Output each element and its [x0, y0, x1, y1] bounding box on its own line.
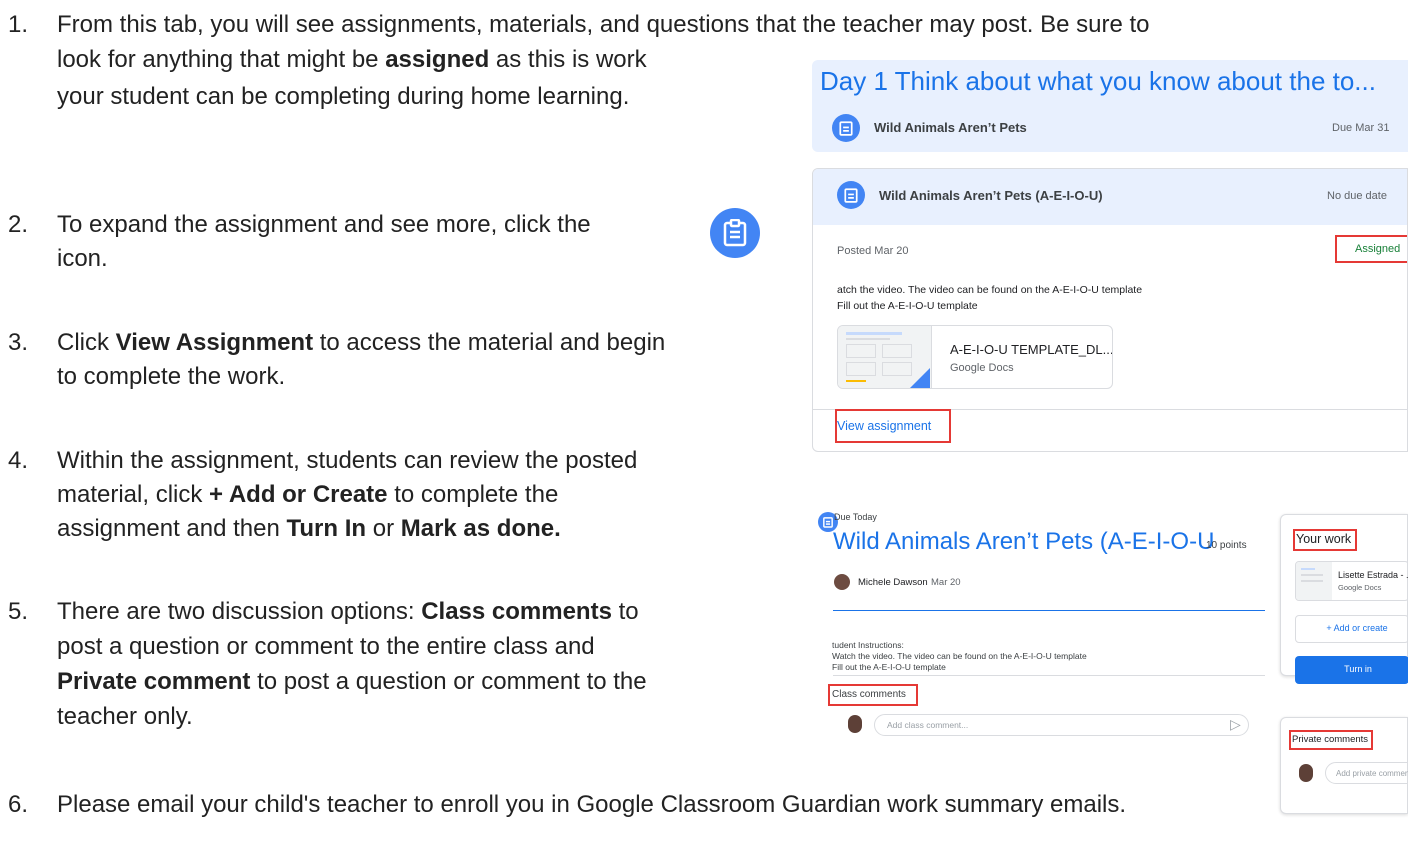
private-comments-label: Private comments	[1292, 734, 1369, 745]
send-icon[interactable]: ▷	[1230, 716, 1241, 733]
doc-thumbnail	[1296, 562, 1332, 600]
topic-title: Day 1 Think about what you know about th…	[820, 66, 1376, 96]
assignment-detail-screenshot: Due Today Wild Animals Aren’t Pets (A-E-…	[818, 512, 1408, 848]
your-work-panel: Your work Lisette Estrada - ... Google D…	[1280, 514, 1408, 684]
card-header[interactable]: Wild Animals Aren’t Pets (A-E-I-O-U) No …	[813, 169, 1407, 225]
private-comment-input[interactable]: Add private comment...	[1325, 762, 1408, 784]
class-comments-label: Class comments	[832, 689, 906, 700]
instruction-line: material, click + Add or Create to compl…	[57, 481, 559, 508]
add-or-create-button[interactable]: + Add or create	[1295, 615, 1408, 643]
assignment-card: Wild Animals Aren’t Pets (A-E-I-O-U) No …	[812, 168, 1408, 452]
due-date: No due date	[1327, 190, 1387, 202]
doc-corner-icon	[908, 368, 930, 388]
status-badge: Assigned	[1355, 243, 1401, 255]
instructions-divider	[833, 675, 1265, 676]
attachment-type: Google Docs	[950, 362, 1014, 374]
instructions-heading: tudent Instructions:	[832, 640, 904, 650]
instruction-line: Private comment to post a question or co…	[57, 668, 647, 695]
instruction-line: From this tab, you will see assignments,…	[57, 11, 1150, 38]
your-work-label: Your work	[1296, 532, 1352, 546]
instruction-line: assignment and then Turn In or Mark as d…	[57, 515, 561, 542]
due-label: Due Today	[834, 512, 877, 522]
item-number: 5.	[8, 598, 29, 625]
posted-date: Posted Mar 20	[837, 245, 909, 257]
post-date: Mar 20	[931, 577, 961, 588]
instruction-line: teacher only.	[57, 703, 193, 730]
assignment-description: Fill out the A-E-I-O-U template	[837, 300, 978, 312]
instruction-line: icon.	[57, 245, 108, 272]
instruction-line: Click View Assignment to access the mate…	[57, 329, 666, 356]
view-assignment-link[interactable]: View assignment	[837, 419, 931, 433]
header-divider	[833, 610, 1265, 611]
doc-thumbnail	[838, 326, 932, 388]
assignment-icon	[832, 114, 860, 142]
item-number: 2.	[8, 211, 29, 238]
item-number: 4.	[8, 447, 29, 474]
private-comments-panel: Private comments Add private comment...	[1280, 717, 1408, 814]
classwork-screenshot: Day 1 Think about what you know about th…	[812, 60, 1408, 452]
assignment-icon	[710, 208, 760, 258]
instruction-line: There are two discussion options: Class …	[57, 598, 639, 625]
due-date: Due Mar 31	[1332, 122, 1390, 134]
commenter-avatar	[1299, 764, 1313, 782]
work-file-type: Google Docs	[1338, 583, 1382, 592]
assignment-title: Wild Animals Aren’t Pets (A-E-I-O-U)	[879, 188, 1103, 203]
item-number: 3.	[8, 329, 29, 356]
attachment-card[interactable]: A-E-I-O-U TEMPLATE_DL... Google Docs	[837, 325, 1113, 389]
instruction-line: your student can be completing during ho…	[57, 83, 630, 110]
avatar	[834, 574, 850, 590]
turn-in-button[interactable]: Turn in	[1295, 656, 1408, 684]
commenter-avatar	[848, 715, 862, 733]
item-number: 6.	[8, 791, 29, 818]
topic-panel: Day 1 Think about what you know about th…	[812, 60, 1408, 152]
instructions-text: Fill out the A-E-I-O-U template	[832, 662, 946, 672]
instruction-line: To expand the assignment and see more, c…	[57, 211, 591, 238]
assignment-title: Wild Animals Aren’t Pets (A-E-I-O-U	[833, 528, 1215, 555]
attachment-title: A-E-I-O-U TEMPLATE_DL...	[950, 342, 1113, 357]
assignment-description: atch the video. The video can be found o…	[837, 284, 1143, 296]
work-file-name: Lisette Estrada - ...	[1338, 570, 1408, 580]
instructions-text: Watch the video. The video can be found …	[832, 651, 1087, 661]
assignment-title[interactable]: Wild Animals Aren’t Pets	[874, 120, 1027, 135]
points: 10 points	[1206, 540, 1247, 551]
work-file[interactable]: Lisette Estrada - ... Google Docs	[1295, 561, 1408, 601]
item-number: 1.	[8, 11, 29, 38]
instruction-line: post a question or comment to the entire…	[57, 633, 595, 660]
instruction-line: to complete the work.	[57, 363, 286, 390]
author-name: Michele Dawson	[858, 577, 928, 588]
instruction-line: Within the assignment, students can revi…	[57, 447, 638, 474]
assignment-icon	[837, 181, 865, 209]
class-comment-input[interactable]: Add class comment... ▷	[874, 714, 1249, 736]
instruction-line: look for anything that might be assigned…	[57, 46, 647, 73]
